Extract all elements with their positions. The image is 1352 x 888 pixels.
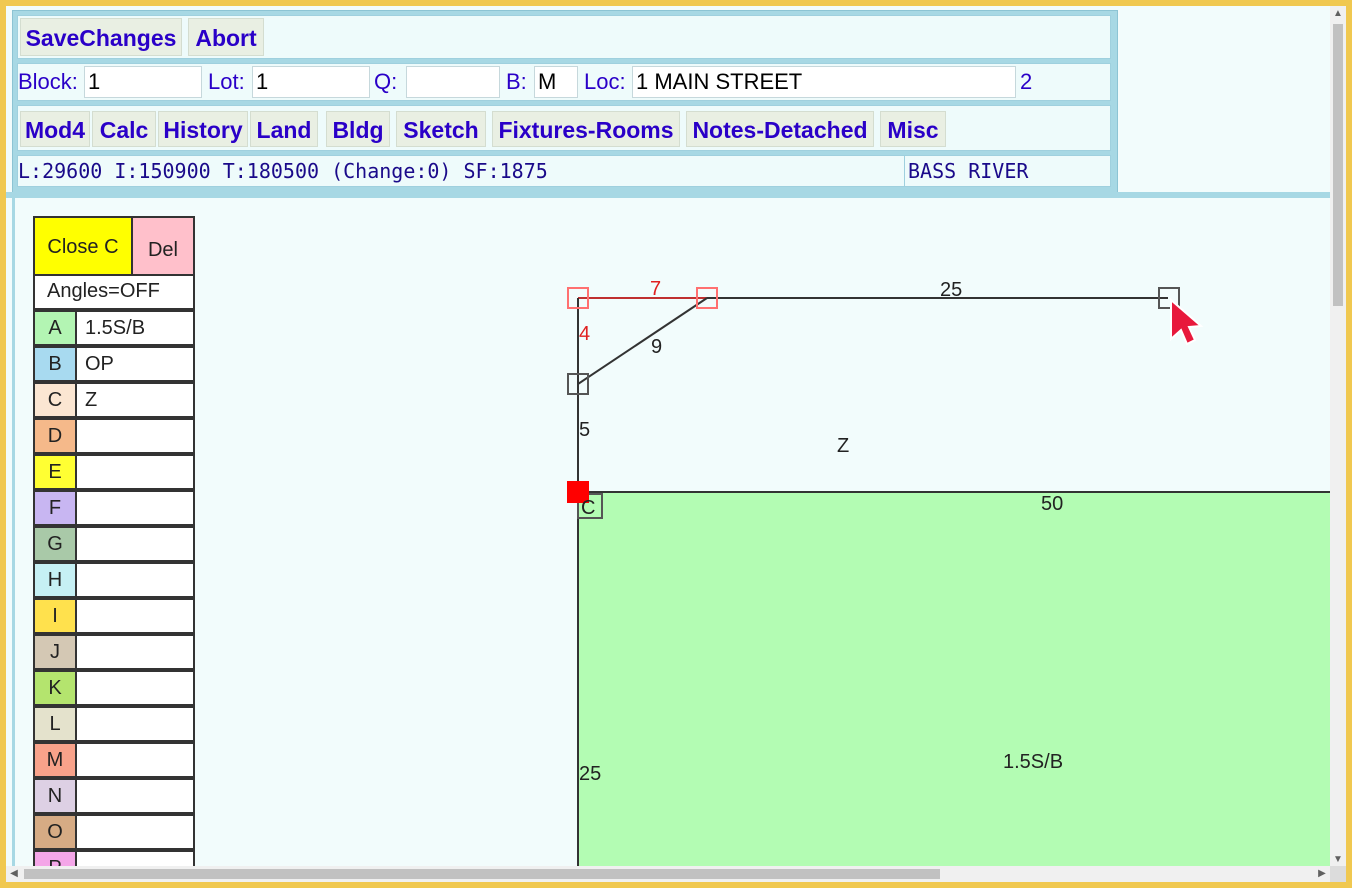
- q-input[interactable]: [406, 66, 500, 98]
- location-input[interactable]: 1 MAIN STREET: [632, 66, 1016, 98]
- nav-land-button[interactable]: Land: [250, 111, 318, 147]
- sketch-canvas[interactable]: 7 25 4 9 5 Z C 50 25 1.5S/B: [15, 198, 1335, 878]
- save-changes-button[interactable]: SaveChanges: [20, 18, 182, 56]
- valuation-summary: L:29600 I:150900 T:180500 (Change:0) SF:…: [17, 155, 1111, 187]
- nav-mod4-button[interactable]: Mod4: [20, 111, 90, 147]
- area-label: 1.5S/B: [1003, 751, 1063, 773]
- segment-label: 25: [579, 763, 601, 785]
- scroll-up-icon[interactable]: ▲: [1330, 6, 1346, 22]
- action-toolbar: SaveChanges Abort: [17, 15, 1111, 59]
- nav-calc-button[interactable]: Calc: [92, 111, 156, 147]
- segment-label: 7: [650, 278, 661, 300]
- segment-label: 50: [1041, 493, 1063, 515]
- nav-history-button[interactable]: History: [158, 111, 248, 147]
- segment-label: 9: [651, 336, 662, 358]
- parcel-fields-row: Block: 1 Lot: 1 Q: B: M Loc: 1 MAIN STRE…: [17, 63, 1111, 101]
- block-label: Block:: [18, 69, 78, 94]
- sketch-area[interactable]: Close C Del Angles=OFF A 1.5S/B B OP C Z D E F G H…: [12, 198, 1335, 882]
- loc-label: Loc:: [584, 69, 626, 94]
- abort-button[interactable]: Abort: [188, 18, 264, 56]
- module-nav: Mod4 Calc History Land Bldg Sketch Fixtu…: [17, 105, 1111, 151]
- card-number: 2: [1020, 69, 1033, 94]
- green-area-fill: [578, 492, 1335, 878]
- valuation-text: L:29600 I:150900 T:180500 (Change:0) SF:…: [18, 159, 548, 183]
- horizontal-scroll-thumb[interactable]: [24, 869, 940, 879]
- diagonal-edge: [577, 297, 708, 385]
- property-header: SaveChanges Abort Block: 1 Lot: 1 Q: B: …: [12, 10, 1118, 194]
- nav-bldg-button[interactable]: Bldg: [326, 111, 390, 147]
- segment-label: 25: [940, 279, 962, 301]
- segment-label: 4: [579, 323, 590, 345]
- summary-divider: [904, 156, 905, 186]
- nav-misc-button[interactable]: Misc: [880, 111, 946, 147]
- mouse-cursor-icon: [1170, 297, 1204, 346]
- horizontal-scrollbar[interactable]: ◀ ▶: [6, 866, 1330, 882]
- nav-fixtures-rooms-button[interactable]: Fixtures-Rooms: [492, 111, 680, 147]
- town-name: BASS RIVER: [908, 159, 1029, 183]
- nav-sketch-button[interactable]: Sketch: [396, 111, 486, 147]
- q-label: Q:: [374, 69, 398, 94]
- vertical-scrollbar[interactable]: ▲ ▼: [1330, 6, 1346, 868]
- vertical-scroll-thumb[interactable]: [1333, 24, 1343, 306]
- lot-label: Lot:: [208, 69, 245, 94]
- scroll-right-icon[interactable]: ▶: [1314, 866, 1330, 882]
- scroll-left-icon[interactable]: ◀: [6, 866, 22, 882]
- b-label: B:: [506, 69, 527, 94]
- scrollbar-corner: [1330, 866, 1346, 882]
- area-label: Z: [837, 435, 849, 457]
- block-input[interactable]: 1: [84, 66, 202, 98]
- segment-label: 5: [579, 419, 590, 441]
- area-label: C: [581, 497, 595, 519]
- app-window: SaveChanges Abort Block: 1 Lot: 1 Q: B: …: [6, 6, 1346, 882]
- nav-notes-detached-button[interactable]: Notes-Detached: [686, 111, 874, 147]
- lot-input[interactable]: 1: [252, 66, 370, 98]
- b-input[interactable]: M: [534, 66, 578, 98]
